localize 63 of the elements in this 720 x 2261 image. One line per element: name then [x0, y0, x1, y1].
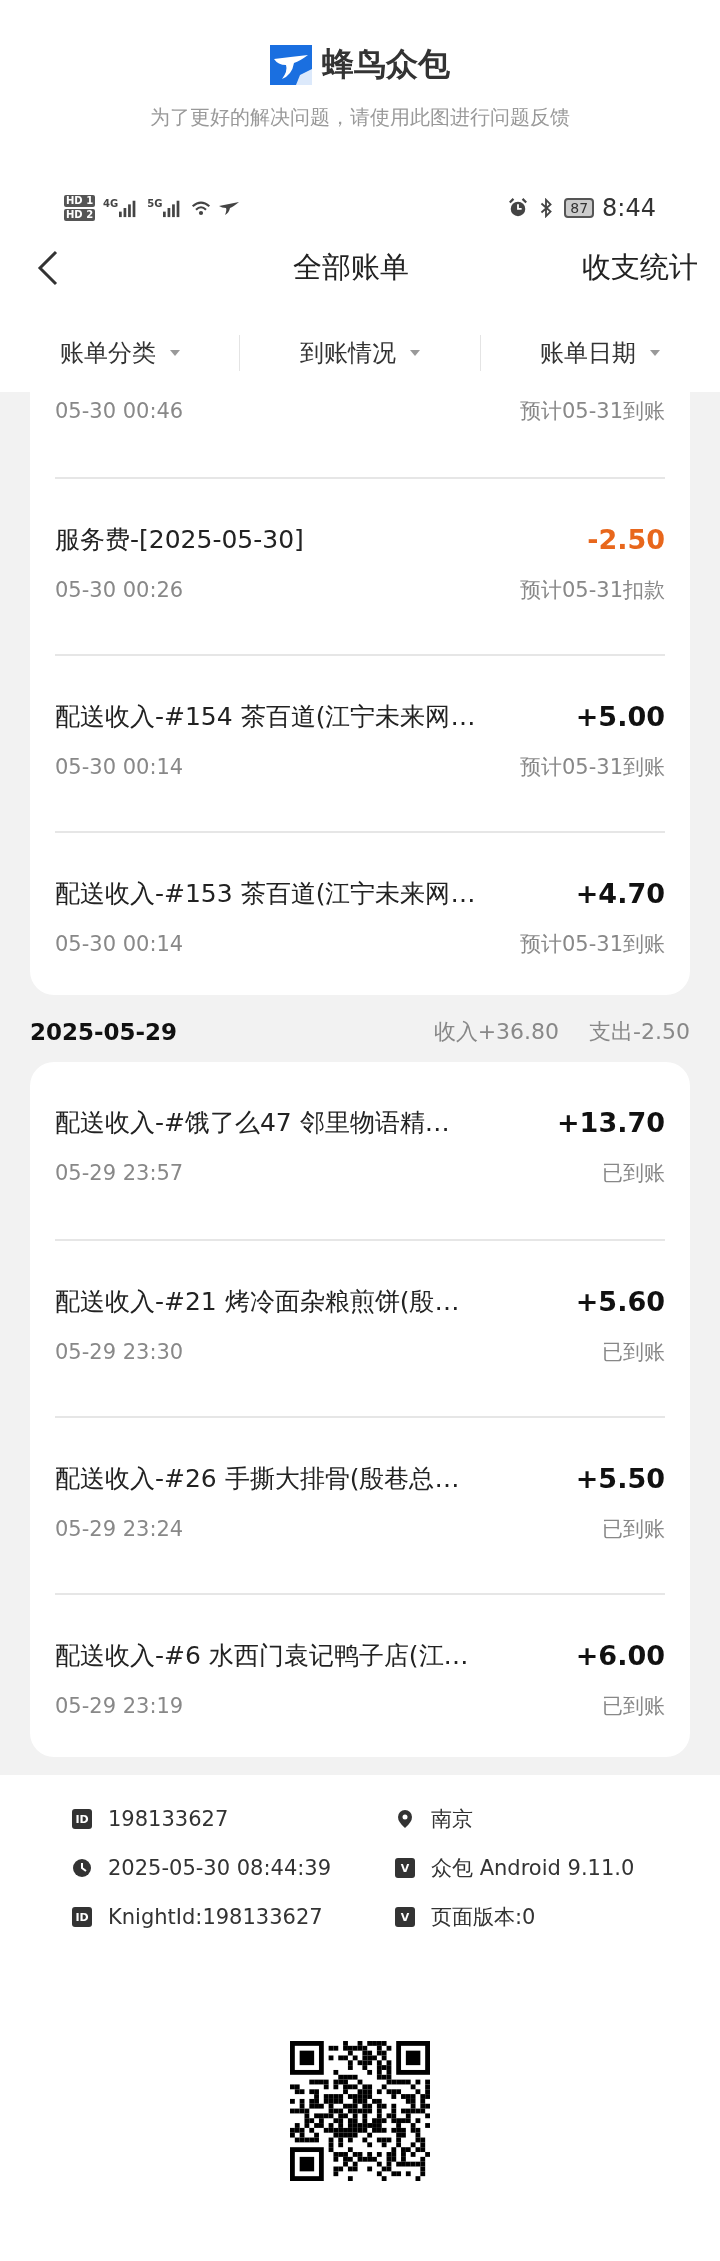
- app-logo-icon: [270, 45, 312, 85]
- bill-status: 预计05-31扣款: [519, 577, 665, 604]
- bill-status: 预计05-31到账: [519, 398, 665, 425]
- bill-status: 预计05-31到账: [519, 754, 665, 781]
- filter-dropdown[interactable]: 到账情况: [240, 336, 480, 371]
- info-text: 页面版本:0: [431, 1904, 536, 1931]
- bill-amount: +5.00: [575, 700, 665, 732]
- bill-amount: +5.50: [575, 1462, 665, 1494]
- bill-status: 已到账: [602, 1516, 665, 1543]
- info-badge: V: [395, 1907, 415, 1927]
- info-text: 198133627: [108, 1807, 229, 1831]
- caret-icon: [410, 350, 420, 357]
- network-label: 5G: [147, 197, 163, 209]
- filter-dropdown[interactable]: 账单分类: [0, 336, 240, 371]
- bill-title: 配送收入-#153 茶百道(江宁未来网…: [55, 877, 477, 910]
- bill-amount: -2.50: [587, 523, 665, 555]
- income-total: 收入+36.80: [433, 1017, 560, 1046]
- bill-title: 配送收入-#6 水西门袁记鸭子店(江…: [55, 1639, 470, 1672]
- sim-badge: HD 2: [64, 208, 96, 221]
- bill-amount: +4.70: [575, 877, 665, 909]
- page-title: 全部账单: [292, 249, 410, 287]
- battery-level: 87: [564, 197, 595, 218]
- bill-time: 05-30 00:14: [55, 932, 184, 956]
- bill-time: 05-29 23:57: [55, 1161, 184, 1185]
- bill-title: 服务费-[2025-05-30]: [55, 523, 305, 556]
- bill-title: 配送收入-#26 手撕大排骨(殷巷总…: [55, 1462, 461, 1495]
- location-icon: [395, 1809, 415, 1829]
- info-text: 南京: [431, 1806, 473, 1833]
- bill-status: 预计05-31到账: [519, 931, 665, 958]
- stats-link[interactable]: 收支统计: [582, 248, 698, 289]
- info-badge: ID: [72, 1907, 92, 1927]
- bill-status: 已到账: [602, 1160, 665, 1187]
- bill-time: 05-30 00:26: [55, 578, 184, 602]
- bill-time: 05-29 23:19: [55, 1694, 184, 1718]
- caret-icon: [169, 350, 180, 357]
- sim-badge: HD 1: [64, 194, 96, 207]
- bill-time: 05-29 23:30: [55, 1340, 184, 1364]
- filter-dropdown[interactable]: 账单日期: [480, 336, 720, 371]
- feedback-hint: 为了更好的解决问题，请使用此图进行问题反馈: [149, 104, 571, 131]
- info-text: KnightId:198133627: [108, 1905, 323, 1929]
- bill-status: 已到账: [602, 1693, 665, 1720]
- info-badge: V: [395, 1858, 415, 1878]
- app-name: 蜂鸟众包: [322, 44, 450, 85]
- caret-icon: [650, 350, 661, 357]
- bill-title: 配送收入-#饿了么47 邻里物语精…: [55, 1106, 451, 1139]
- info-text: 2025-05-30 08:44:39: [108, 1856, 332, 1880]
- date-heading: 2025-05-29: [30, 1018, 179, 1045]
- bill-time: 05-30 00:14: [55, 755, 184, 779]
- clock-icon: [72, 1858, 92, 1878]
- clock-time: 8:44: [602, 193, 656, 222]
- alarm-icon: [508, 197, 529, 218]
- bill-status: 已到账: [602, 1339, 665, 1366]
- bill-title: 配送收入-#154 茶百道(江宁未来网…: [55, 700, 477, 733]
- bill-amount: +6.00: [575, 1639, 665, 1671]
- info-text: 众包 Android 9.11.0: [431, 1855, 635, 1882]
- info-badge: ID: [72, 1809, 92, 1829]
- expense-total: 支出-2.50: [589, 1017, 690, 1046]
- bill-amount: +13.70: [556, 1106, 665, 1138]
- network-label: 4G: [103, 197, 119, 209]
- bill-time: 05-30 00:46: [55, 399, 184, 423]
- bill-amount: +5.60: [575, 1285, 665, 1317]
- bill-time: 05-29 23:24: [55, 1517, 184, 1541]
- bill-title: 配送收入-#21 烤冷面杂粮煎饼(殷…: [55, 1285, 461, 1318]
